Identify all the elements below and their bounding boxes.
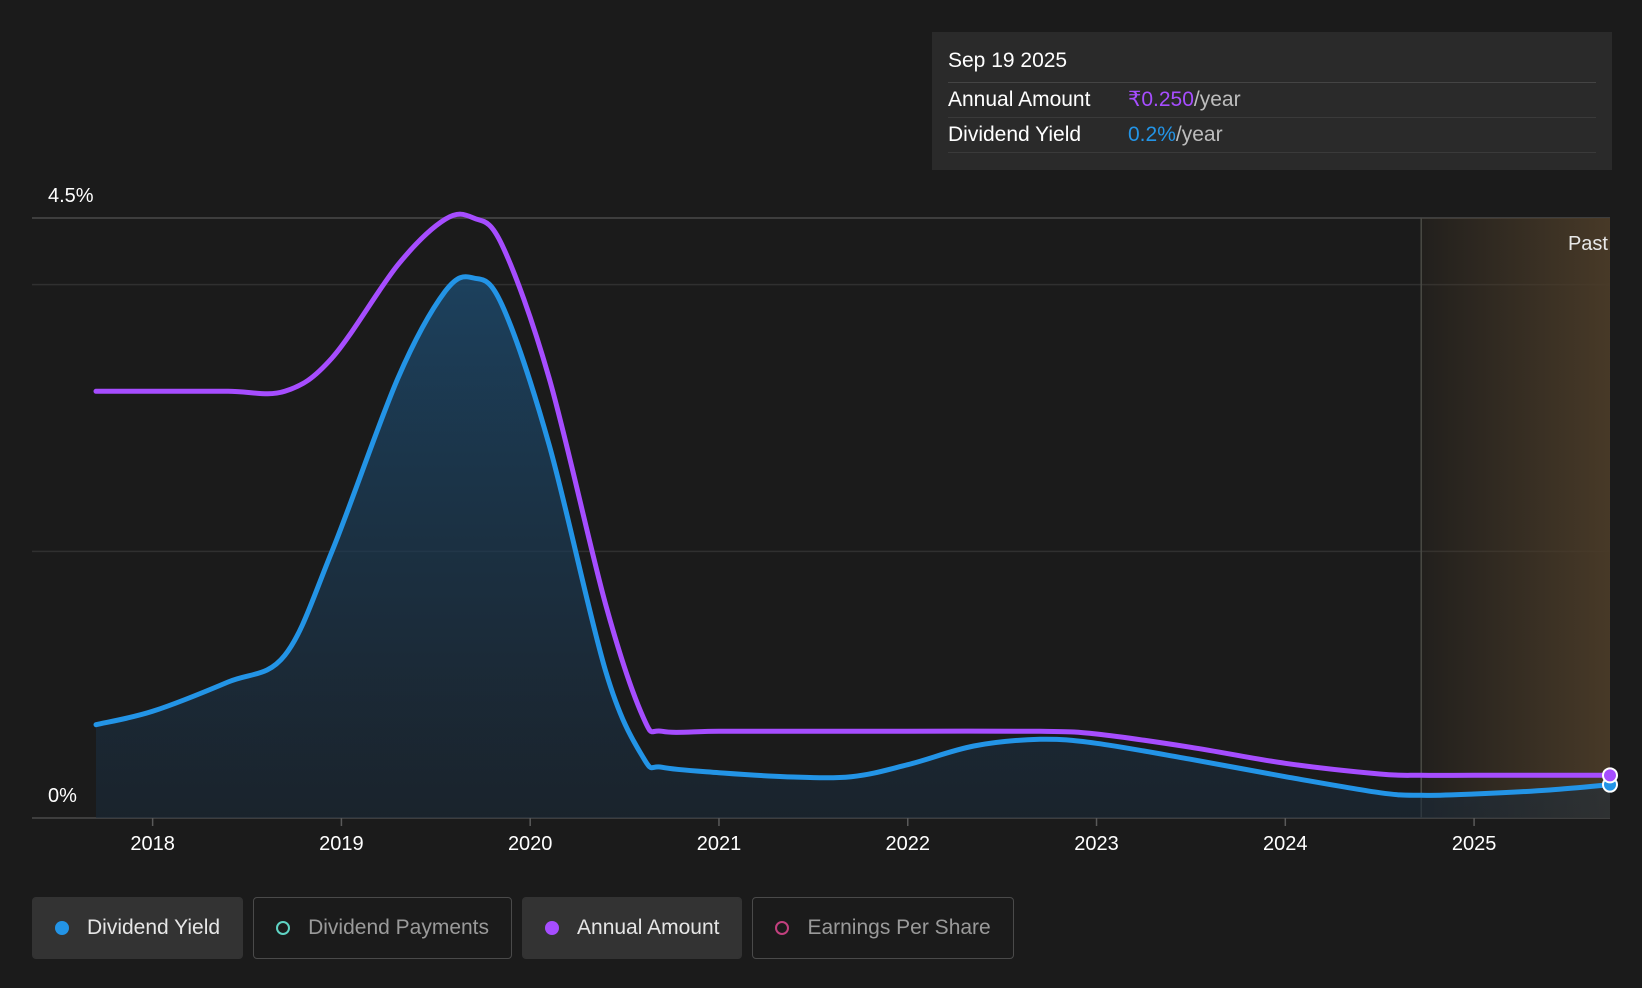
legend-label: Dividend Payments [308,916,490,939]
ring-icon [775,921,790,935]
tooltip-suffix: /year [1175,123,1223,146]
x-tick-label: 2022 [885,833,930,855]
legend-item-dividend-payments[interactable]: Dividend Payments [253,897,513,959]
legend-item-annual-amount[interactable]: Annual Amount [522,897,743,959]
x-tick-label: 2018 [130,833,175,855]
tooltip-suffix: /year [1193,88,1241,111]
past-region-shade [1421,218,1610,818]
x-tick-label: 2023 [1074,833,1119,855]
x-tick-label: 2019 [319,833,364,855]
past-label: Past [1568,233,1608,255]
x-tick-label: 2020 [508,833,553,855]
tooltip-label: Annual Amount [948,88,1091,111]
dot-icon [545,921,560,935]
tooltip-row-annual-amount: Annual Amount ₹0.250/year [948,83,1596,118]
legend-label: Annual Amount [577,916,720,939]
area-dividend-yield [96,276,1610,819]
legend-item-earnings-per-share[interactable]: Earnings Per Share [752,897,1014,959]
tooltip-panel: Sep 19 2025 Annual Amount ₹0.250/year Di… [932,32,1612,170]
tooltip-label: Dividend Yield [948,123,1082,146]
tooltip-row-dividend-yield: Dividend Yield 0.2%/year [948,118,1596,153]
y-tick-label: 0% [48,785,77,807]
y-tick-label: 4.5% [48,185,94,207]
x-tick-label: 2025 [1452,833,1497,855]
tooltip-date: Sep 19 2025 [948,46,1596,83]
past-region [1420,218,1610,818]
legend-item-dividend-yield[interactable]: Dividend Yield [32,897,244,959]
legend: Dividend Yield Dividend Payments Annual … [32,897,1024,959]
dot-icon [55,921,69,935]
series-layer [93,211,1618,819]
tooltip-value: ₹0.250 [1128,88,1194,111]
endpoint-annual-amount [1602,767,1618,784]
x-tick-label: 2024 [1263,833,1308,855]
tooltip-value: 0.2% [1128,123,1176,146]
x-tick-label: 2021 [697,833,742,855]
legend-label: Dividend Yield [87,916,221,939]
legend-label: Earnings Per Share [807,916,991,939]
ring-icon [276,921,291,935]
